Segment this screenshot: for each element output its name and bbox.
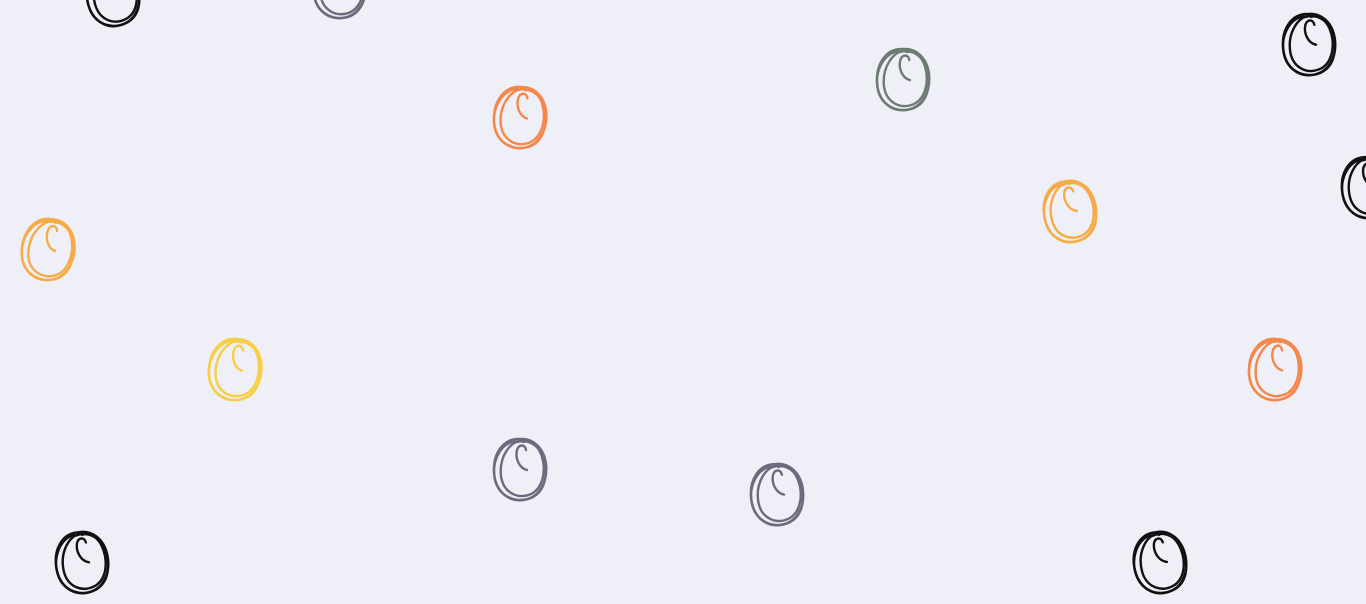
scribble-circle-icon <box>1333 152 1366 224</box>
pattern-background <box>0 0 1366 595</box>
scribble-circle-icon <box>1274 9 1344 81</box>
scribble-circle-icon <box>200 334 270 406</box>
scribble-circle-icon <box>1240 334 1310 406</box>
scribble-circle-icon <box>1125 527 1195 599</box>
scribble-circle-icon <box>485 82 555 154</box>
scribble-circle-icon <box>78 0 148 32</box>
scribble-circle-icon <box>485 434 555 506</box>
scribble-circle-icon <box>868 44 938 116</box>
scribble-circle-icon <box>1035 176 1105 248</box>
scribble-circle-icon <box>742 459 812 531</box>
scribble-circle-icon <box>47 527 117 599</box>
scribble-circle-icon <box>13 214 83 286</box>
scribble-circle-icon <box>305 0 375 24</box>
